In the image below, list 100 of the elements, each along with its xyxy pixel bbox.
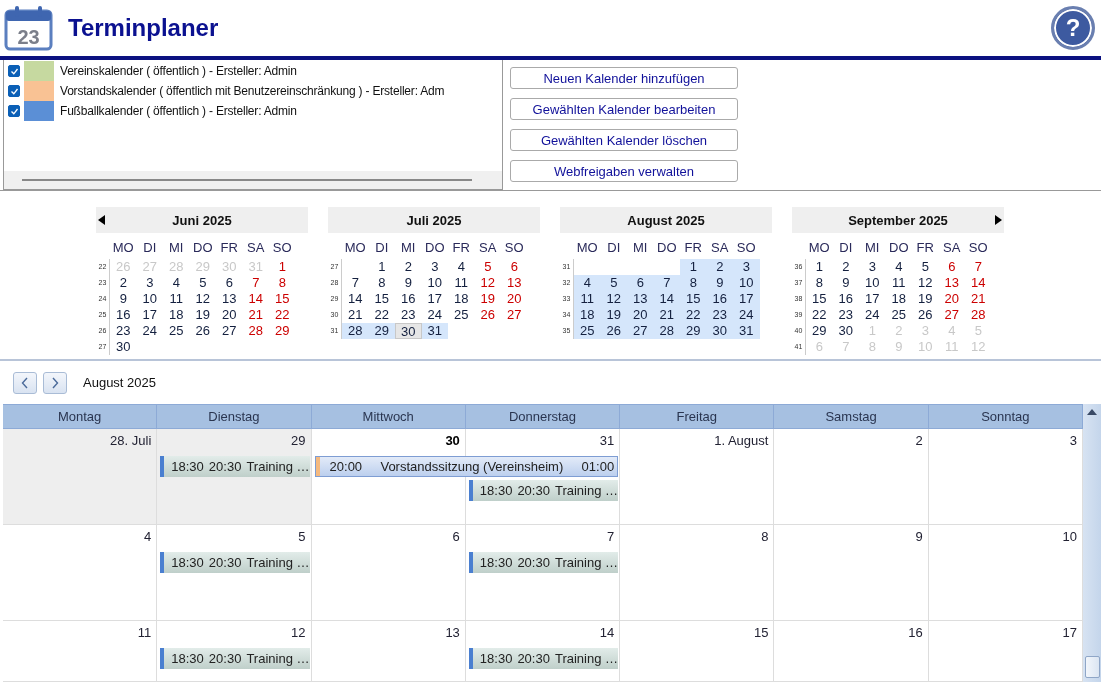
calendar-day[interactable]: 11 [448, 275, 475, 291]
day-cell[interactable] [3, 525, 158, 621]
calendar-day[interactable]: 3 [421, 259, 448, 275]
calendar-day[interactable]: 29 [368, 323, 395, 339]
day-cell[interactable] [620, 429, 775, 525]
day-cell[interactable] [311, 621, 466, 682]
calendar-day[interactable]: 18 [885, 291, 912, 307]
calendar-day[interactable]: 19 [600, 307, 627, 323]
calendar-day[interactable]: 25 [574, 323, 601, 339]
help-button[interactable]: ? [1051, 6, 1095, 50]
calendar-day[interactable]: 8 [368, 275, 395, 291]
calendar-day[interactable]: 29 [806, 323, 833, 339]
calendar-day[interactable]: 1 [368, 259, 395, 275]
calendar-day[interactable]: 4 [885, 259, 912, 275]
calendar-day[interactable]: 13 [216, 291, 243, 307]
calendar-day[interactable]: 20 [627, 307, 654, 323]
calendar-day[interactable]: 17 [859, 291, 886, 307]
scroll-up-icon[interactable] [1087, 408, 1097, 415]
calendar-day[interactable]: 14 [342, 291, 369, 307]
calendar-day[interactable]: 24 [733, 307, 760, 323]
previous-month-icon[interactable] [98, 215, 105, 225]
day-cell[interactable] [311, 525, 466, 621]
calendar-name[interactable]: Fußballkalender ( öffentlich ) - Ersteller: Admin [60, 104, 297, 118]
calendar-day[interactable]: 28 [242, 323, 269, 339]
calendar-day[interactable]: 24 [859, 307, 886, 323]
day-cell[interactable] [774, 621, 929, 682]
checkbox[interactable] [8, 65, 20, 77]
calendar-day[interactable]: 27 [216, 323, 243, 339]
calendar-day[interactable]: 16 [832, 291, 859, 307]
event[interactable]: 18:30 20:30 Training … [160, 456, 310, 477]
calendar-day[interactable]: 7 [242, 275, 269, 291]
event[interactable]: 18:30 20:30 Training … [468, 648, 619, 669]
calendar-day[interactable]: 18 [163, 307, 190, 323]
calendar-day[interactable]: 2 [706, 259, 733, 275]
calendar-day[interactable]: 27 [501, 307, 528, 323]
calendar-day[interactable]: 21 [965, 291, 992, 307]
day-cell[interactable] [620, 621, 775, 682]
calendar-day[interactable]: 23 [832, 307, 859, 323]
calendar-day[interactable]: 4 [574, 275, 601, 291]
calendar-day[interactable]: 17 [733, 291, 760, 307]
calendar-day[interactable]: 5 [474, 259, 501, 275]
calendar-day[interactable]: 21 [242, 307, 269, 323]
day-cell[interactable] [3, 429, 158, 525]
event[interactable]: 18:30 20:30 Training … [468, 552, 619, 573]
calendar-day[interactable]: 30 [110, 339, 137, 355]
calendar-action-button[interactable]: Neuen Kalender hinzufügen [510, 67, 738, 89]
calendar-day[interactable]: 29 [269, 323, 296, 339]
calendar-day[interactable]: 3 [859, 259, 886, 275]
previous-button[interactable] [13, 371, 37, 394]
calendar-name[interactable]: Vorstandskalender ( öffentlich mit Benutzereinschränkung ) - Ersteller: Adm [60, 84, 445, 98]
calendar-day[interactable]: 25 [448, 307, 475, 323]
calendar-day[interactable]: 1 [806, 259, 833, 275]
calendar-day[interactable]: 26 [189, 323, 216, 339]
calendar-day[interactable]: 2 [395, 259, 422, 275]
calendar-day[interactable]: 16 [110, 307, 137, 323]
next-button[interactable] [43, 371, 67, 394]
calendar-day[interactable]: 28 [653, 323, 680, 339]
calendar-day[interactable]: 12 [474, 275, 501, 291]
calendar-day[interactable]: 15 [368, 291, 395, 307]
calendar-day[interactable]: 10 [421, 275, 448, 291]
calendar-day[interactable]: 29 [680, 323, 707, 339]
event[interactable]: 18:30 20:30 Training … [468, 480, 619, 501]
calendar-day[interactable]: 5 [189, 275, 216, 291]
calendar-day[interactable]: 12 [189, 291, 216, 307]
calendar-day[interactable]: 7 [653, 275, 680, 291]
calendar-name[interactable]: Vereinskalender ( öffentlich ) - Ersteller: Admin [60, 64, 297, 78]
calendar-day[interactable]: 17 [421, 291, 448, 307]
calendar-day[interactable]: 22 [368, 307, 395, 323]
calendar-day[interactable]: 5 [600, 275, 627, 291]
day-cell[interactable] [774, 525, 929, 621]
calendar-day[interactable]: 11 [574, 291, 601, 307]
calendar-day[interactable]: 7 [342, 275, 369, 291]
calendar-day[interactable]: 24 [421, 307, 448, 323]
calendar-day[interactable]: 10 [136, 291, 163, 307]
calendar-action-button[interactable]: Gewählten Kalender löschen [510, 129, 738, 151]
calendar-day[interactable]: 6 [938, 259, 965, 275]
calendar-day[interactable]: 13 [938, 275, 965, 291]
calendar-day[interactable]: 25 [163, 323, 190, 339]
calendar-day[interactable]: 18 [448, 291, 475, 307]
day-cell[interactable] [3, 621, 158, 682]
calendar-day[interactable]: 1 [680, 259, 707, 275]
calendar-day[interactable]: 2 [832, 259, 859, 275]
calendar-day[interactable]: 9 [395, 275, 422, 291]
calendar-day[interactable]: 18 [574, 307, 601, 323]
calendar-day[interactable]: 26 [600, 323, 627, 339]
calendar-day[interactable]: 3 [733, 259, 760, 275]
calendar-action-button[interactable]: Gewählten Kalender bearbeiten [510, 98, 738, 120]
calendar-day[interactable]: 22 [269, 307, 296, 323]
calendar-day[interactable]: 4 [448, 259, 475, 275]
calendar-day[interactable]: 9 [110, 291, 137, 307]
calendar-day[interactable]: 12 [912, 275, 939, 291]
calendar-day[interactable]: 11 [163, 291, 190, 307]
calendar-day[interactable]: 16 [395, 291, 422, 307]
calendar-day[interactable]: 6 [627, 275, 654, 291]
calendar-day[interactable]: 23 [395, 307, 422, 323]
calendar-day[interactable]: 25 [885, 307, 912, 323]
calendar-day[interactable]: 20 [501, 291, 528, 307]
calendar-day[interactable]: 31 [421, 323, 448, 339]
calendar-day[interactable]: 14 [242, 291, 269, 307]
calendar-action-button[interactable]: Webfreigaben verwalten [510, 160, 738, 182]
